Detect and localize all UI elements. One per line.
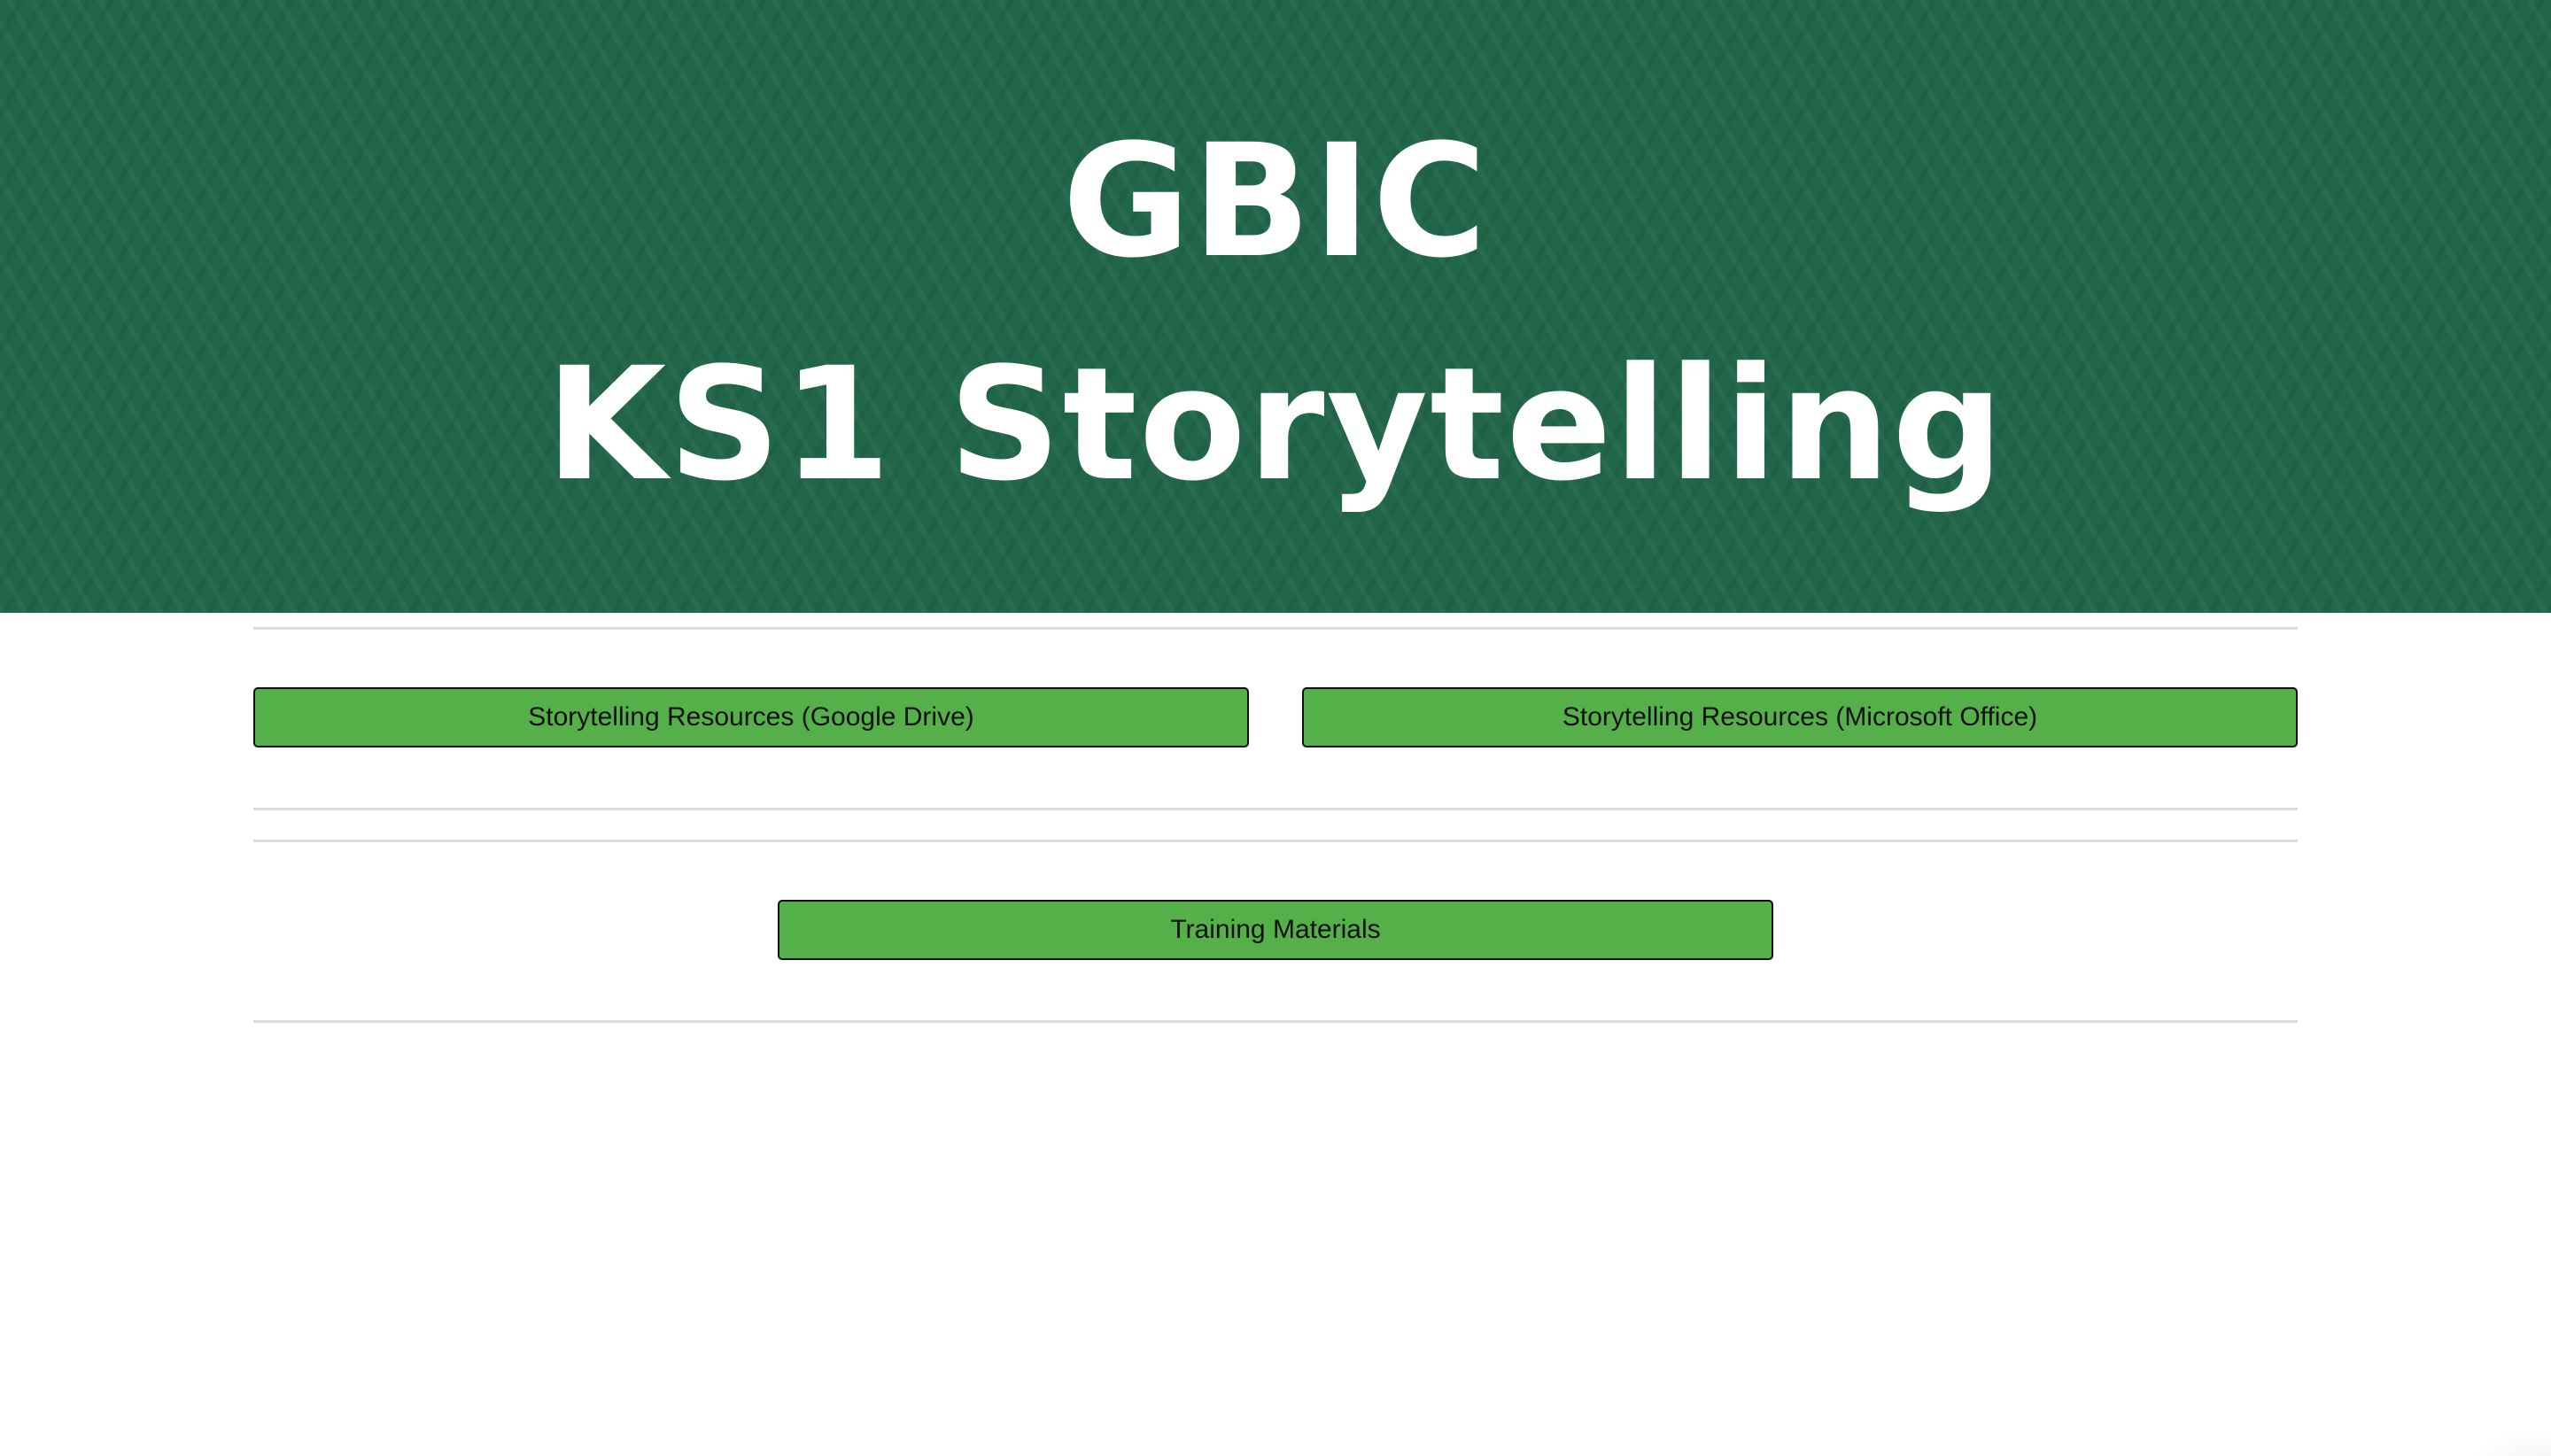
training-materials-button[interactable]: Training Materials	[778, 900, 1773, 960]
site-title: GBIC	[1062, 111, 1489, 292]
section-divider-middle-2	[253, 840, 2298, 842]
section-divider-middle-1	[253, 808, 2298, 810]
page-title: KS1 Storytelling	[546, 334, 2005, 515]
google-drive-resources-label: Storytelling Resources (Google Drive)	[528, 702, 974, 732]
training-materials-label: Training Materials	[1170, 915, 1381, 944]
microsoft-office-resources-button[interactable]: Storytelling Resources (Microsoft Office…	[1302, 687, 2298, 747]
google-drive-resources-button[interactable]: Storytelling Resources (Google Drive)	[253, 687, 1249, 747]
section-divider-bottom	[253, 1020, 2298, 1023]
corner-shadow	[2471, 1429, 2551, 1456]
microsoft-office-resources-label: Storytelling Resources (Microsoft Office…	[1562, 702, 2038, 732]
header-banner: GBIC KS1 Storytelling	[0, 0, 2551, 613]
section-divider-top	[253, 627, 2298, 630]
